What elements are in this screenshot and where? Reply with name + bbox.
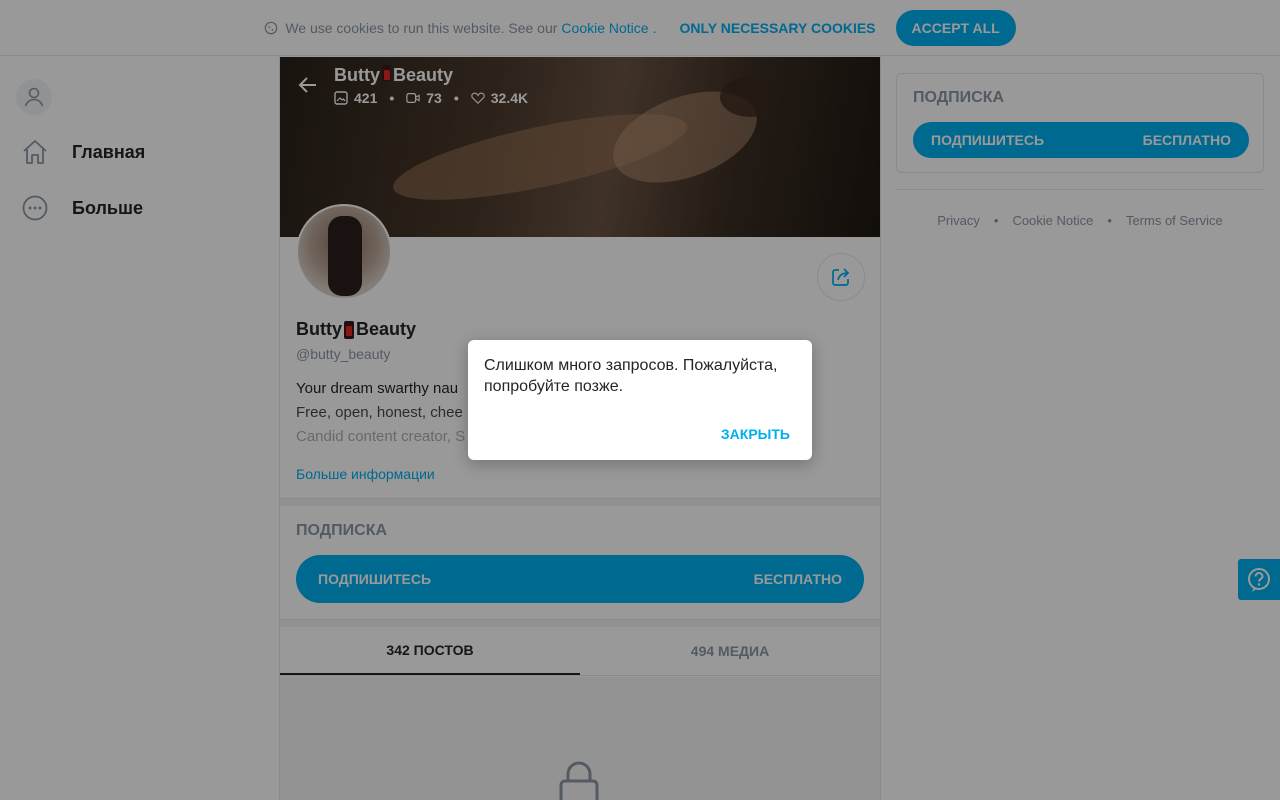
close-button[interactable]: ЗАКРЫТЬ (721, 426, 790, 442)
error-dialog: Слишком много запросов. Пожалуйста, попр… (468, 340, 812, 460)
dialog-message: Слишком много запросов. Пожалуйста, попр… (484, 357, 778, 395)
